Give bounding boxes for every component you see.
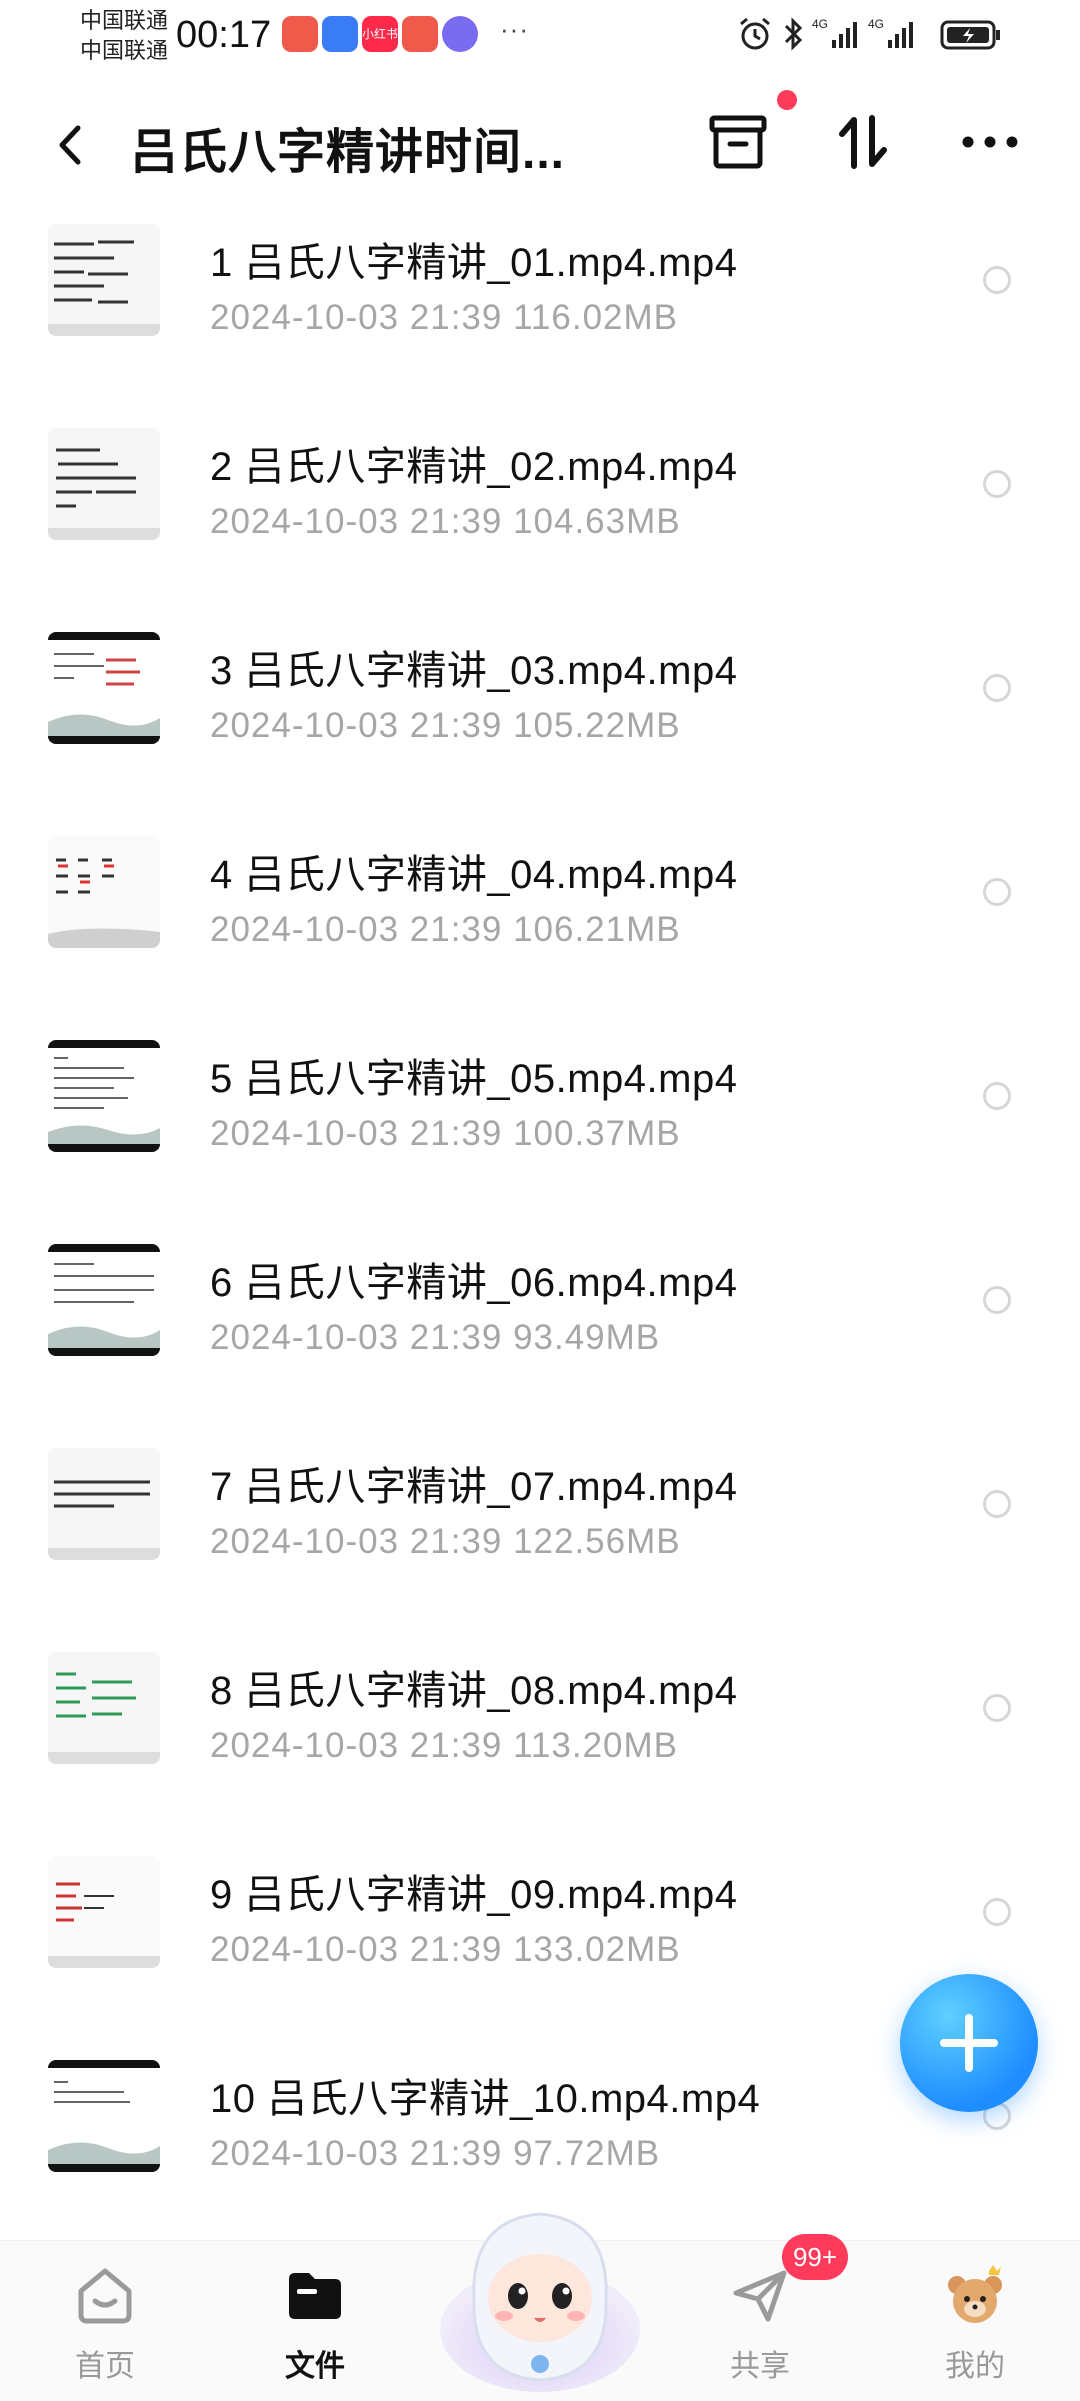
signal-4g-2-icon: 4G xyxy=(868,17,913,48)
alarm-icon xyxy=(740,17,770,50)
add-button[interactable] xyxy=(900,1974,1038,2112)
page-title: 吕氏八字精讲时间... xyxy=(130,126,566,179)
share-unread-badge: 99+ xyxy=(782,2234,848,2280)
notification-app-icon xyxy=(322,16,358,52)
select-checkbox[interactable] xyxy=(983,1490,1011,1518)
add-icon xyxy=(940,2014,998,2072)
file-meta: 2024-10-03 21:39 122.56MB xyxy=(210,1522,681,1561)
clock: 00:17 xyxy=(176,14,272,56)
folder-icon xyxy=(289,2273,341,2319)
file-row[interactable]: 5 吕氏八字精讲_05.mp4.mp4 2024-10-03 21:39 100… xyxy=(0,1026,1080,1230)
file-meta: 2024-10-03 21:39 97.72MB xyxy=(210,2134,661,2173)
file-row[interactable]: 6 吕氏八字精讲_06.mp4.mp4 2024-10-03 21:39 93.… xyxy=(0,1230,1080,1434)
nav-home[interactable]: 首页 xyxy=(35,2241,175,2401)
video-thumbnail xyxy=(48,224,160,336)
select-checkbox[interactable] xyxy=(983,266,1011,294)
file-name: 7 吕氏八字精讲_07.mp4.mp4 xyxy=(210,1465,738,1509)
nav-files-label: 文件 xyxy=(285,2350,345,2383)
video-thumbnail xyxy=(48,1652,160,1764)
share-icon xyxy=(733,2270,787,2322)
profile-avatar-icon xyxy=(948,2265,1002,2323)
status-bar: 中国联通 中国联通 00:17 小红书 ··· 4G 4G xyxy=(0,0,1080,80)
video-thumbnail xyxy=(48,2060,160,2172)
assistant-mascot-icon[interactable] xyxy=(430,2180,650,2400)
video-thumbnail xyxy=(48,1244,160,1356)
notification-app-icon xyxy=(402,16,438,52)
carrier-1: 中国联通 xyxy=(80,8,169,33)
file-meta: 2024-10-03 21:39 100.37MB xyxy=(210,1114,681,1153)
video-thumbnail xyxy=(48,428,160,540)
select-checkbox[interactable] xyxy=(983,878,1011,906)
select-checkbox[interactable] xyxy=(983,1082,1011,1110)
select-checkbox[interactable] xyxy=(983,1286,1011,1314)
file-row[interactable]: 1 吕氏八字精讲_01.mp4.mp4 2024-10-03 21:39 116… xyxy=(0,210,1080,414)
file-meta: 2024-10-03 21:39 105.22MB xyxy=(210,706,681,745)
music-icon xyxy=(442,16,478,52)
file-meta: 2024-10-03 21:39 113.20MB xyxy=(210,1726,679,1765)
file-meta: 2024-10-03 21:39 93.49MB xyxy=(210,1318,661,1357)
file-row[interactable]: 8 吕氏八字精讲_08.mp4.mp4 2024-10-03 21:39 113… xyxy=(0,1638,1080,1842)
file-row[interactable]: 2 吕氏八字精讲_02.mp4.mp4 2024-10-03 21:39 104… xyxy=(0,414,1080,618)
svg-text:4G: 4G xyxy=(868,17,884,31)
video-thumbnail xyxy=(48,1040,160,1152)
video-thumbnail xyxy=(48,1448,160,1560)
back-icon[interactable] xyxy=(48,120,96,170)
more-icon[interactable] xyxy=(958,110,1022,174)
file-name: 10 吕氏八字精讲_10.mp4.mp4 xyxy=(210,2077,761,2121)
file-name: 1 吕氏八字精讲_01.mp4.mp4 xyxy=(210,241,738,285)
file-list: 1 吕氏八字精讲_01.mp4.mp4 2024-10-03 21:39 116… xyxy=(0,210,1080,2250)
select-checkbox[interactable] xyxy=(983,1898,1011,1926)
carrier-2: 中国联通 xyxy=(80,38,169,63)
bluetooth-icon xyxy=(784,17,803,51)
file-name: 5 吕氏八字精讲_05.mp4.mp4 xyxy=(210,1057,738,1101)
nav-share-label: 共享 xyxy=(730,2350,790,2383)
nav-me-label: 我的 xyxy=(945,2350,1005,2383)
notification-app-icon xyxy=(282,16,318,52)
svg-text:4G: 4G xyxy=(812,17,828,31)
file-name: 9 吕氏八字精讲_09.mp4.mp4 xyxy=(210,1873,738,1917)
notification-xiaohongshu-icon: 小红书 xyxy=(362,16,398,52)
file-meta: 2024-10-03 21:39 106.21MB xyxy=(210,910,681,949)
home-icon xyxy=(78,2268,132,2324)
nav-home-label: 首页 xyxy=(75,2350,135,2383)
select-checkbox[interactable] xyxy=(983,674,1011,702)
file-row[interactable]: 7 吕氏八字精讲_07.mp4.mp4 2024-10-03 21:39 122… xyxy=(0,1434,1080,1638)
signal-4g-1-icon: 4G xyxy=(812,17,857,48)
select-checkbox[interactable] xyxy=(983,470,1011,498)
file-row[interactable]: 3 吕氏八字精讲_03.mp4.mp4 2024-10-03 21:39 105… xyxy=(0,618,1080,822)
video-thumbnail xyxy=(48,632,160,744)
battery-charging-icon xyxy=(940,20,1000,50)
nav-files[interactable]: 文件 xyxy=(245,2241,385,2401)
select-checkbox[interactable] xyxy=(983,1694,1011,1722)
file-meta: 2024-10-03 21:39 116.02MB xyxy=(210,298,679,337)
file-row[interactable]: 4 吕氏八字精讲_04.mp4.mp4 2024-10-03 21:39 106… xyxy=(0,822,1080,1026)
sort-icon[interactable] xyxy=(832,110,896,174)
file-name: 4 吕氏八字精讲_04.mp4.mp4 xyxy=(210,853,738,897)
nav-me[interactable]: 我的 xyxy=(905,2241,1045,2401)
file-name: 6 吕氏八字精讲_06.mp4.mp4 xyxy=(210,1261,738,1305)
file-name: 2 吕氏八字精讲_02.mp4.mp4 xyxy=(210,445,738,489)
video-thumbnail xyxy=(48,1856,160,1968)
file-name: 8 吕氏八字精讲_08.mp4.mp4 xyxy=(210,1669,738,1713)
file-name: 3 吕氏八字精讲_03.mp4.mp4 xyxy=(210,649,738,693)
recycle-bin-icon[interactable] xyxy=(706,110,770,174)
notification-dot xyxy=(777,90,797,110)
top-bar: 吕氏八字精讲时间... xyxy=(0,90,1080,200)
video-thumbnail xyxy=(48,836,160,948)
file-meta: 2024-10-03 21:39 104.63MB xyxy=(210,502,681,541)
more-notifications-icon: ··· xyxy=(500,14,529,44)
file-meta: 2024-10-03 21:39 133.02MB xyxy=(210,1930,681,1969)
